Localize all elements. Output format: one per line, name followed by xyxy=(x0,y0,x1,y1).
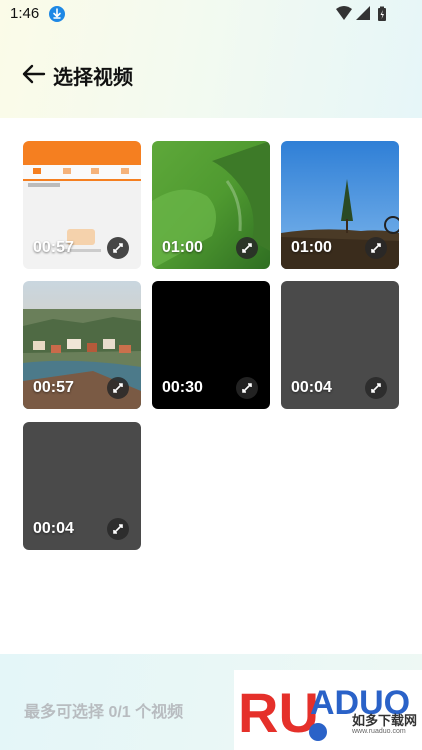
expand-icon[interactable] xyxy=(365,377,387,399)
watermark: RU ADUO 如多下载网 www.ruaduo.com xyxy=(234,670,422,750)
video-tile[interactable]: 00:04 xyxy=(23,422,141,550)
video-duration: 00:57 xyxy=(33,379,74,396)
selection-count: 最多可选择 0/1 个视频 xyxy=(24,704,184,721)
svg-text:RU: RU xyxy=(238,681,319,744)
signal-icon xyxy=(356,6,370,20)
video-duration: 00:30 xyxy=(162,379,203,396)
video-duration: 01:00 xyxy=(291,239,332,256)
back-button[interactable] xyxy=(20,60,48,88)
watermark-subtitle: 如多下载网 xyxy=(352,714,418,729)
expand-icon[interactable] xyxy=(365,237,387,259)
video-duration: 00:57 xyxy=(33,239,74,256)
video-duration: 00:04 xyxy=(33,520,74,537)
video-tile[interactable]: 01:00 xyxy=(281,141,399,269)
expand-icon[interactable] xyxy=(107,518,129,540)
video-tile[interactable]: 00:04 xyxy=(281,281,399,409)
expand-icon[interactable] xyxy=(107,377,129,399)
video-duration: 00:04 xyxy=(291,379,332,396)
top-gradient-area: 1:46 选择视频 xyxy=(0,0,422,118)
expand-icon[interactable] xyxy=(236,377,258,399)
video-tile[interactable]: 01:00 xyxy=(152,141,270,269)
page-header: 选择视频 xyxy=(0,52,422,94)
system-icons xyxy=(336,5,396,23)
status-time: 1:46 xyxy=(10,5,40,22)
expand-icon[interactable] xyxy=(236,237,258,259)
video-tile[interactable]: 00:57 xyxy=(23,141,141,269)
page-title: 选择视频 xyxy=(53,67,133,89)
watermark-url: www.ruaduo.com xyxy=(352,728,406,735)
battery-icon xyxy=(378,6,386,21)
download-icon xyxy=(49,6,65,22)
arrow-left-icon xyxy=(22,64,46,84)
video-tile[interactable]: 00:30 xyxy=(152,281,270,409)
video-duration: 01:00 xyxy=(162,239,203,256)
video-tile[interactable]: 00:57 xyxy=(23,281,141,409)
wifi-icon xyxy=(336,6,352,20)
expand-icon[interactable] xyxy=(107,237,129,259)
status-bar: 1:46 xyxy=(0,0,422,30)
